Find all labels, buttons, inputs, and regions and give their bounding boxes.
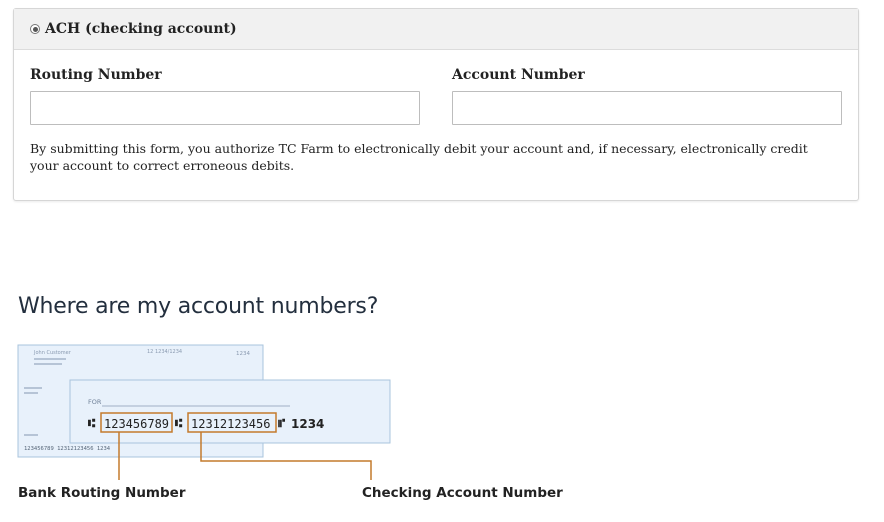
back-check-line	[24, 434, 38, 436]
authorization-disclaimer: By submitting this form, you authorize T…	[30, 141, 808, 173]
routing-caption: Bank Routing Number	[18, 485, 186, 501]
micr-transit-symbol: ⑆	[88, 416, 96, 430]
radio-selected-dot	[32, 26, 38, 32]
account-number-digits: 12312123456	[191, 417, 270, 431]
back-check-address-line	[34, 363, 62, 365]
help-title: Where are my account numbers?	[18, 294, 379, 319]
check-diagram: John Customer 12 1234/1234 1234 12345678…	[0, 330, 884, 518]
back-check-name: John Customer	[33, 350, 72, 356]
ach-option-header[interactable]: ACH (checking account)	[14, 9, 858, 50]
back-check-micr: 123456789 12312123456 1234	[24, 446, 111, 452]
account-number-label: Account Number	[452, 67, 585, 83]
micr-transit-symbol: ⑆	[175, 416, 183, 430]
front-check: FOR ⑆ 123456789 ⑆ 12312123456 ⑈ 1234	[69, 379, 391, 444]
check-number-digits: 1234	[291, 417, 324, 431]
routing-number-input[interactable]	[30, 91, 420, 125]
account-caption: Checking Account Number	[362, 485, 563, 501]
front-check-body	[69, 379, 391, 444]
back-check-address-line	[34, 358, 66, 360]
routing-number-digits: 123456789	[104, 417, 169, 431]
back-check-date: 12 1234/1234	[147, 349, 182, 355]
back-check-number: 1234	[236, 351, 250, 357]
ach-radio-button[interactable]	[30, 24, 40, 34]
back-check-line	[24, 392, 38, 394]
front-check-for-label: FOR	[88, 398, 102, 406]
back-check-line	[24, 387, 42, 389]
micr-on-us-symbol: ⑈	[278, 416, 286, 430]
account-number-input[interactable]	[452, 91, 842, 125]
routing-number-label: Routing Number	[30, 67, 162, 83]
ach-payment-panel: ACH (checking account) Routing Number Ac…	[13, 8, 859, 201]
ach-option-label: ACH (checking account)	[45, 21, 237, 37]
